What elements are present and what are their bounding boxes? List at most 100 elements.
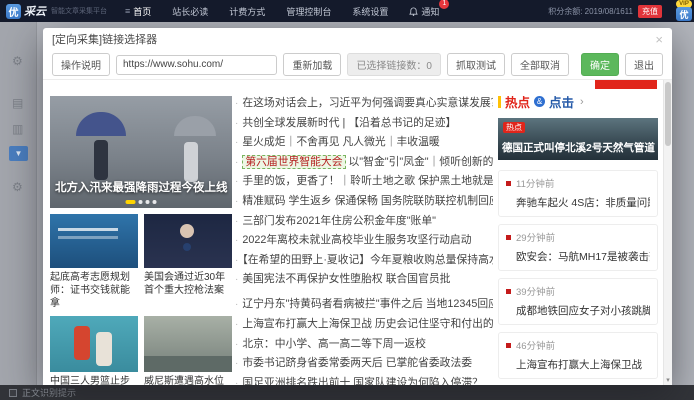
bullet-icon: · [235, 358, 238, 369]
hot-item-text: 欧安会：马航MH17是被袭击落 [506, 249, 650, 264]
yellow-bar-icon [498, 96, 501, 108]
headline-item[interactable]: · 美国宪法不再保护女性堕胎权 联合国官员批 [235, 270, 493, 286]
hot-feature-card[interactable]: 热点 德国正式叫停北溪2号天然气管道 [498, 118, 658, 160]
bottom-toolbar: 正文识别提示 [0, 385, 694, 400]
headline-item[interactable]: · 北京：中小学、高一高二等下周一返校 [235, 335, 493, 351]
headline-item[interactable]: ·精准赋码 学生返乡 保通保畅 国务院联防联控机制回应 [235, 192, 493, 208]
close-icon[interactable]: × [655, 33, 663, 46]
bullet-icon: · [235, 339, 238, 350]
headline-item[interactable]: ·共创全球发展新时代 | 【沿着总书记的足迹】 [235, 114, 493, 130]
bullet-icon: · [235, 255, 238, 266]
hot-title-blue: 点击 [549, 92, 574, 111]
featured-column: 北方入汛来最强降雨过程今夜上线 起底高考志愿规划师：证书交钱就能拿美国会通过近3… [50, 96, 232, 385]
nav-item-3[interactable]: 管理控制台 [286, 5, 331, 18]
headline-text: 手里的饭，更香了！｜聆听土地之歌 保护黑土地就是保护每个 [242, 175, 493, 187]
headline-text: 在这场对话会上，习近平为何强调要真心实意谋发展？ [242, 97, 493, 109]
carousel-dot[interactable] [139, 200, 143, 204]
thumb-cell: 美国会通过近30年首个重大控枪法案 [144, 214, 232, 310]
headline-item[interactable]: ·2022年离校未就业高校毕业生服务攻坚行动启动 [235, 231, 493, 247]
headline-item[interactable]: · 市委书记跻身省委常委两天后 已掌舵省委政法委 [235, 354, 493, 370]
highlighted-headline: 第六届世界智能大会 [242, 155, 345, 169]
umbrella-shape [174, 116, 216, 136]
red-bullet-icon [506, 289, 511, 294]
logo-tagline: 智能文章采集平台 [51, 6, 107, 16]
confirm-button[interactable]: 确定 [581, 53, 619, 76]
headline-item[interactable]: ·上海宣布打赢大上海保卫战 历史会记住坚守和付出的所有人 [235, 315, 493, 331]
nav-item-label: 系统设置 [352, 5, 388, 18]
headline-text: 北京：中小学、高一高二等下周一返校 [242, 338, 426, 350]
headline-text: 共创全球发展新时代 | 【沿着总书记的足迹】 [242, 117, 456, 129]
nav-item-2[interactable]: 计费方式 [229, 5, 265, 18]
collector-icon: ▼ [9, 146, 28, 161]
page-scrollbar[interactable]: ▾ [663, 80, 672, 385]
background-sidebar: ⚙ ▤ ▥ ▼ ⚙ [0, 22, 37, 400]
bullet-icon: · [235, 196, 238, 207]
thumb-image-1[interactable] [144, 214, 232, 268]
thumb-image-0[interactable] [50, 214, 138, 268]
selected-count-field: 已选择链接数：0 [347, 53, 441, 76]
carousel-dot[interactable] [146, 200, 150, 204]
thumb-image-3[interactable] [144, 316, 232, 372]
nav-item-0[interactable]: ≡首页 [125, 5, 151, 18]
scroll-down-arrow[interactable]: ▾ [664, 376, 672, 384]
headline-text: 美国宪法不再保护女性堕胎权 联合国官员批 [242, 273, 450, 285]
nav-item-4[interactable]: 系统设置 [352, 5, 388, 18]
exit-button[interactable]: 退出 [625, 53, 663, 76]
reload-button[interactable]: 重新加载 [283, 53, 341, 76]
thumb-cell: 中国三人男篮止步小组赛 [50, 316, 138, 385]
hero-caption: 北方入汛来最强降雨过程今夜上线 [55, 179, 228, 195]
headline-text: 上海宣布打赢大上海保卫战 历史会记住坚守和付出的所有人 [242, 318, 493, 330]
hot-section-header[interactable]: 热点 & 点击 › [498, 92, 658, 111]
nav-item-5[interactable]: 通知1 [409, 5, 439, 18]
headline-item[interactable]: · 【在希望的田野上·夏收记】今年夏粮收购总量保持高水平 [235, 251, 493, 267]
headline-text: 市委书记跻身省委常委两天后 已掌舵省委政法委 [242, 357, 472, 369]
hot-news-item[interactable]: 11分钟前奔驰车起火 4S店：非质量问题 [498, 170, 658, 217]
headline-item[interactable]: · 第六届世界智能大会以"智金"引"凤金"｜倾听创新的律动 [235, 153, 493, 169]
headline-text: 以"智金"引"凤金"｜倾听创新的律动 [349, 156, 493, 168]
thumb-image-2[interactable] [50, 316, 138, 372]
headline-item[interactable]: ·三部门发布2021年住房公积金年度"账单" [235, 212, 493, 228]
hot-item-time: 29分钟前 [516, 230, 555, 244]
hot-time-row: 39分钟前 [506, 284, 650, 298]
page-red-banner [595, 80, 657, 89]
headline-item[interactable]: ·国足亚洲排名跌出前十 国家队建设为何陷入停滞？ [235, 374, 493, 385]
headline-item[interactable]: ·辽宁丹东"持黄码者看病被拦"事件之后 当地12345回应 [235, 295, 493, 311]
vip-account[interactable]: VIP 优 [676, 0, 692, 21]
bullet-icon: · [235, 137, 238, 148]
url-input[interactable] [116, 55, 277, 75]
bullet-icon: · [235, 176, 238, 187]
hero-image[interactable]: 北方入汛来最强降雨过程今夜上线 [50, 96, 232, 208]
hot-news-item[interactable]: 29分钟前欧安会：马航MH17是被袭击落 [498, 224, 658, 271]
top-nav: ≡首页 站长必读 计费方式 管理控制台 系统设置 通知1 [125, 5, 439, 18]
headline-list: ·在这场对话会上，习近平为何强调要真心实意谋发展？·共创全球发展新时代 | 【沿… [235, 94, 493, 385]
headline-item[interactable]: · 手里的饭，更香了！｜聆听土地之歌 保护黑土地就是保护每个 [235, 172, 493, 188]
bell-icon [409, 7, 418, 16]
bullet-icon: · [235, 274, 238, 285]
scrollbar-thumb[interactable] [665, 82, 671, 146]
hot-time-row: 46分钟前 [506, 338, 650, 352]
headline-text: 【在希望的田野上·夏收记】今年夏粮收购总量保持高水平 [242, 254, 493, 266]
cancel-all-button[interactable]: 全部取消 [511, 53, 569, 76]
dialog-toolbar: 操作说明 重新加载 已选择链接数：0 抓取测试 全部取消 确定 退出 [43, 50, 672, 80]
link-selector-dialog: [定向采集]链接选择器 × 操作说明 重新加载 已选择链接数：0 抓取测试 全部… [43, 28, 672, 385]
hot-tag: 热点 [503, 122, 525, 133]
hint-checkbox[interactable] [9, 389, 17, 397]
headline-item[interactable]: ·星火成炬｜不舍再见 凡人微光｜丰收温暖 [235, 133, 493, 149]
bullet-icon: · [235, 98, 238, 109]
help-button[interactable]: 操作说明 [52, 53, 110, 76]
hot-news-item[interactable]: 46分钟前上海宣布打赢大上海保卫战 [498, 332, 658, 379]
carousel-dot[interactable] [153, 200, 157, 204]
headline-item[interactable]: · 在这场对话会上，习近平为何强调要真心实意谋发展？ [235, 94, 493, 110]
grab-test-button[interactable]: 抓取测试 [447, 53, 505, 76]
carousel-dot[interactable] [126, 200, 136, 204]
bullet-icon: · [235, 216, 238, 227]
nav-item-1[interactable]: 站长必读 [172, 5, 208, 18]
balance-text: 积分余额: 2019/08/1611 [548, 6, 633, 17]
headline-text: 国足亚洲排名跌出前十 国家队建设为何陷入停滞？ [242, 377, 483, 385]
recharge-button[interactable]: 充值 [638, 5, 662, 18]
bullet-icon: · [235, 157, 238, 168]
hot-news-item[interactable]: 39分钟前成都地铁回应女子对小孩跳脚踹 [498, 278, 658, 325]
bullet-icon: · [235, 235, 238, 246]
hint-label: 正文识别提示 [22, 386, 76, 399]
chevron-right-icon: › [580, 96, 584, 108]
